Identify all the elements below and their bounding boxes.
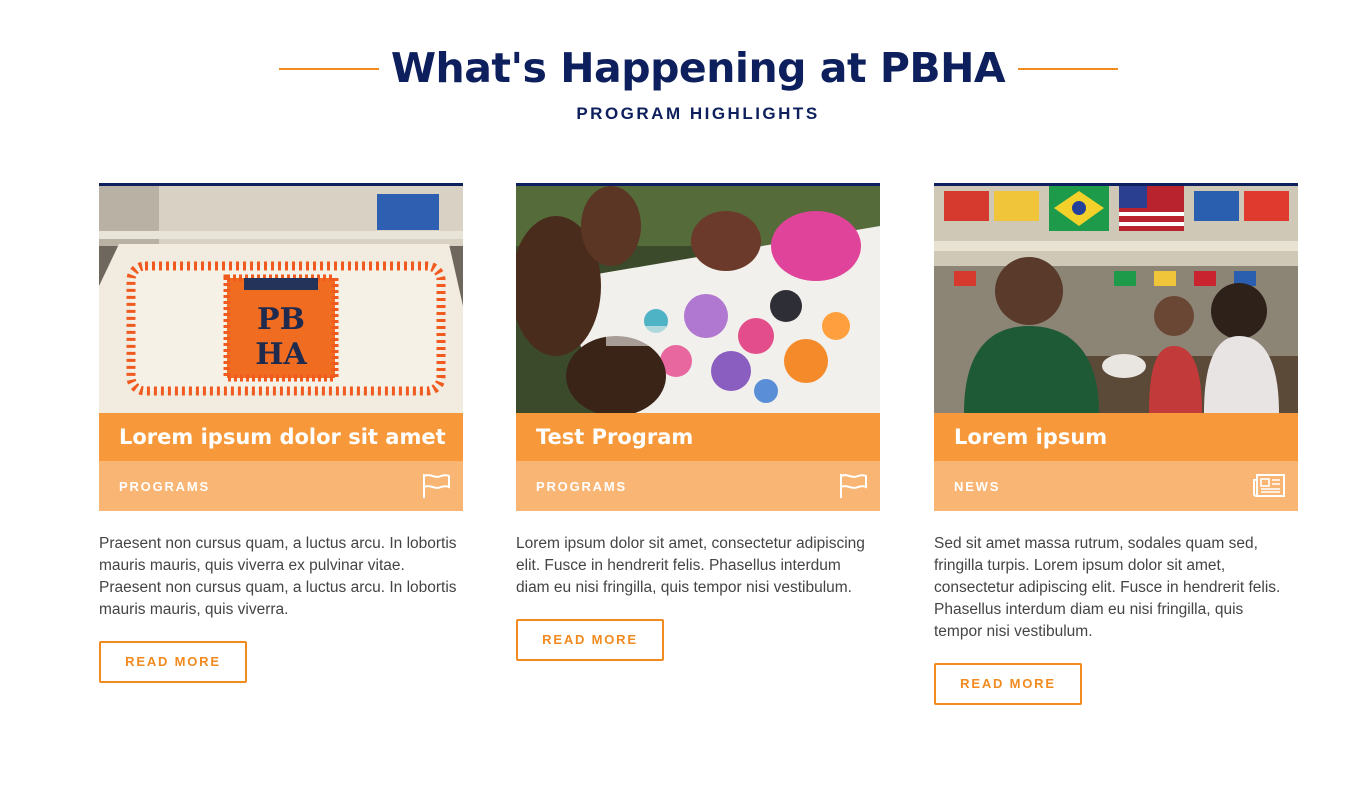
card-category-bar: PROGRAMS (516, 461, 880, 511)
card-category[interactable]: NEWS (954, 479, 1000, 494)
section-subtitle: PROGRAM HIGHLIGHTS (576, 104, 820, 123)
highlight-card: Lorem ipsum NEWS Sed sit amet massa rutr… (934, 183, 1298, 705)
card-excerpt: Sed sit amet massa rutrum, sodales quam … (934, 535, 1281, 640)
card-category-bar: NEWS (934, 461, 1298, 511)
cake-logo-line2: HA (255, 337, 307, 372)
read-more-button[interactable]: READ MORE (516, 619, 664, 661)
card-title[interactable]: Test Program (516, 413, 880, 461)
flag-icon (840, 474, 867, 498)
read-more-button[interactable]: READ MORE (99, 641, 247, 683)
card-title[interactable]: Lorem ipsum (934, 413, 1298, 461)
title-rule-right (1018, 68, 1118, 70)
read-more-button[interactable]: READ MORE (934, 663, 1082, 705)
card-title[interactable]: Lorem ipsum dolor sit amet (99, 413, 463, 461)
highlight-card: PB HA Lorem ipsum dolor sit amet PROGRAM… (99, 183, 463, 683)
card-excerpt: Praesent non cursus quam, a luctus arcu.… (99, 535, 457, 618)
newspaper-icon (1253, 474, 1285, 497)
section-title: What's Happening at PBHA (390, 44, 1006, 92)
card-category[interactable]: PROGRAMS (119, 479, 210, 494)
card-category[interactable]: PROGRAMS (536, 479, 627, 494)
card-excerpt: Lorem ipsum dolor sit amet, consectetur … (516, 535, 865, 596)
card-category-bar: PROGRAMS (99, 461, 463, 511)
card-image[interactable]: PB HA (99, 183, 463, 413)
card-image[interactable] (934, 183, 1298, 413)
highlight-card: Test Program PROGRAMS Lorem ipsum dolor … (516, 183, 880, 661)
flag-icon (423, 474, 450, 498)
card-image[interactable] (516, 183, 880, 413)
cake-logo-line1: PB (257, 302, 305, 337)
